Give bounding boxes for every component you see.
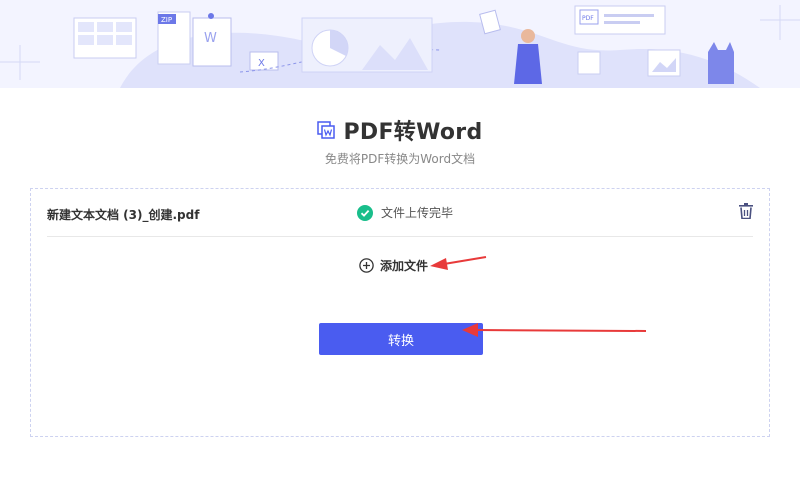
file-name: 新建文本文档 (3)_创建.pdf [47,208,200,222]
header-banner: ZIP W X PDF [0,0,800,88]
file-row: 新建文本文档 (3)_创建.pdf 文件上传完毕 [47,189,753,237]
upload-area[interactable]: 新建文本文档 (3)_创建.pdf 文件上传完毕 添加文件 转换 [30,188,770,437]
banner-illustration: ZIP W X PDF [0,5,800,88]
title-row: PDF转Word [0,114,800,146]
page-subtitle: 免费将PDF转换为Word文档 [324,152,476,166]
add-file-label: 添加文件 [380,259,429,273]
word-label: W [204,31,217,46]
add-file-button[interactable]: 添加文件 [359,257,428,274]
upload-status-text: 文件上传完毕 [381,206,454,220]
convert-button[interactable]: 转换 [319,323,483,355]
trash-icon[interactable] [739,203,753,219]
page-title: PDF转Word [343,120,483,145]
excel-label: X [258,58,265,69]
plus-circle-icon [359,258,374,273]
word-doc-icon [317,121,336,139]
zip-label: ZIP [161,16,172,24]
check-circle-icon [357,204,373,221]
upload-status: 文件上传完毕 [357,204,453,221]
pdf-label: PDF [582,15,594,22]
